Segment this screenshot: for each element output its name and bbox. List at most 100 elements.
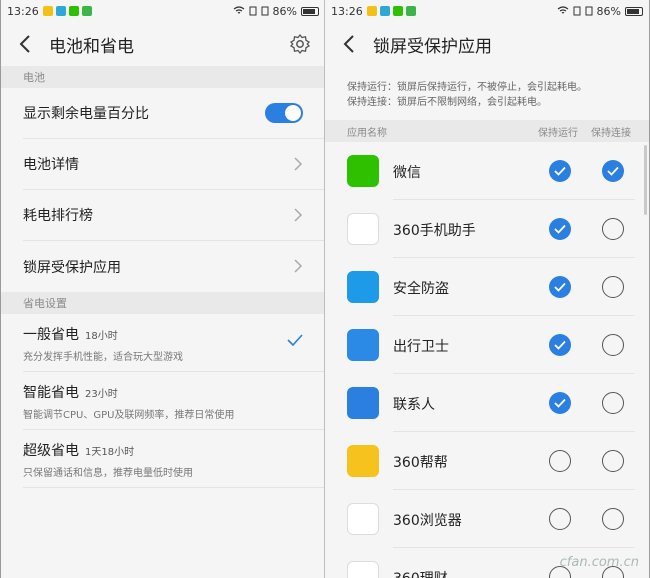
page-title: 电池和省电 (49, 36, 134, 57)
wechat-icon (347, 155, 379, 187)
mode-description: 充分发挥手机性能，适合玩大型游戏 (23, 352, 183, 363)
360-assistant-icon (347, 213, 379, 245)
sim-icon (261, 6, 269, 16)
back-button[interactable] (339, 34, 359, 54)
app-name: 360手机助手 (393, 223, 476, 239)
mode-title: 超级省电 (23, 443, 79, 459)
section-header-battery: 电池 (1, 66, 325, 88)
status-time: 13:26 (7, 4, 39, 18)
app-row: 联系人 (325, 374, 649, 432)
keep-running-checkbox[interactable] (549, 160, 571, 182)
checkmark-icon (554, 340, 566, 350)
mode-title: 一般省电 (23, 327, 79, 343)
notification-icon (42, 6, 53, 16)
checkmark-icon (554, 166, 566, 176)
keep-connected-checkbox[interactable] (602, 450, 624, 472)
watermark: cfan.com.cn (559, 555, 639, 570)
notification-icon (366, 6, 377, 16)
battery-details-label: 电池详情 (23, 157, 79, 173)
battery-icon (301, 6, 319, 16)
mode-smart-row[interactable]: 智能省电 23小时 智能调节CPU、GPU及联网频率，推荐日常使用 (23, 372, 325, 430)
app-name: 微信 (393, 165, 421, 181)
battery-percent: 86% (272, 4, 297, 18)
360-help-icon (347, 445, 379, 477)
app-row: 360手机助手 (325, 200, 649, 258)
travel-guard-icon (347, 329, 379, 361)
chevron-right-icon (294, 208, 303, 222)
app-name: 360帮帮 (393, 455, 448, 471)
keep-running-checkbox[interactable] (549, 276, 571, 298)
checkmark-icon (554, 398, 566, 408)
sim-icon (249, 6, 257, 16)
power-ranking-label: 耗电排行榜 (23, 208, 93, 224)
keep-running-checkbox[interactable] (549, 450, 571, 472)
status-bar: 13:26 86% (1, 0, 325, 22)
checkmark-icon (607, 166, 619, 176)
contacts-icon (347, 387, 379, 419)
app-name: 出行卫士 (393, 339, 449, 355)
battery-details-row[interactable]: 电池详情 (23, 139, 325, 190)
keep-running-checkbox[interactable] (549, 392, 571, 414)
mode-normal-row[interactable]: 一般省电 18小时 充分发挥手机性能，适合玩大型游戏 (23, 314, 325, 372)
sim-icon (585, 6, 593, 16)
keep-running-checkbox[interactable] (549, 508, 571, 530)
app-name: 360浏览器 (393, 513, 462, 529)
note-keep-running: 保持运行：锁屏后保持运行，不被停止，会引起耗电。 (347, 82, 587, 93)
col-keep-connected: 保持连接 (591, 127, 631, 139)
settings-button[interactable] (289, 33, 311, 55)
keep-connected-checkbox[interactable] (602, 392, 624, 414)
notification-icon (55, 6, 66, 16)
keep-connected-checkbox[interactable] (602, 160, 624, 182)
battery-percentage-toggle[interactable] (265, 103, 303, 123)
power-ranking-row[interactable]: 耗电排行榜 (23, 190, 325, 241)
battery-percent: 86% (596, 4, 621, 18)
notification-icon (68, 6, 79, 16)
app-row: 安全防盗 (325, 258, 649, 316)
app-name: 安全防盗 (393, 281, 449, 297)
gear-icon (289, 33, 311, 55)
page-title: 锁屏受保护应用 (373, 36, 492, 57)
col-keep-running: 保持运行 (538, 127, 578, 139)
notification-icon (379, 6, 390, 16)
checkmark-icon (554, 282, 566, 292)
note-keep-connected: 保持连接：锁屏后不限制网络，会引起耗电。 (347, 97, 547, 108)
col-app-name: 应用名称 (347, 127, 387, 139)
checkmark-icon (554, 224, 566, 234)
360-finance-icon (347, 561, 379, 578)
keep-connected-checkbox[interactable] (602, 276, 624, 298)
app-name: 联系人 (393, 397, 435, 413)
keep-connected-checkbox[interactable] (602, 218, 624, 240)
mode-time: 18小时 (85, 331, 118, 342)
app-row: 出行卫士 (325, 316, 649, 374)
toggle-knob (285, 105, 301, 121)
battery-icon (625, 6, 643, 16)
app-row: 微信 (325, 142, 649, 200)
app-bar: 电池和省电 (1, 22, 325, 66)
chevron-right-icon (294, 259, 303, 273)
keep-connected-checkbox[interactable] (602, 508, 624, 530)
scrollbar[interactable] (644, 145, 647, 215)
chevron-right-icon (294, 157, 303, 171)
keep-running-checkbox[interactable] (549, 218, 571, 240)
mode-time: 1天18小时 (85, 447, 135, 458)
battery-percentage-row[interactable]: 显示剩余电量百分比 (23, 88, 325, 139)
back-arrow-icon (19, 35, 30, 53)
notification-icon (405, 6, 416, 16)
protected-apps-screen: 13:26 86% 锁屏受保护应用 保持运行：锁屏后保持运行，不被停止，会引起耗… (325, 0, 649, 578)
mode-title: 智能省电 (23, 385, 79, 401)
wifi-icon (233, 6, 244, 14)
lockscreen-protected-apps-label: 锁屏受保护应用 (23, 259, 121, 276)
sim-icon (573, 6, 581, 16)
app-list: 微信 360手机助手安全防盗出行卫士联系人 360帮帮 360浏览器 360理财 (325, 142, 649, 578)
back-button[interactable] (15, 34, 35, 54)
mode-super-row[interactable]: 超级省电 1天18小时 只保留通话和信息，推荐电量低时使用 (23, 430, 325, 488)
battery-percentage-label: 显示剩余电量百分比 (23, 106, 149, 122)
app-bar: 锁屏受保护应用 (325, 22, 649, 66)
back-arrow-icon (343, 35, 354, 53)
keep-running-checkbox[interactable] (549, 334, 571, 356)
section-header-power-saving: 省电设置 (1, 292, 325, 314)
app-name: 360理财 (393, 568, 448, 578)
lockscreen-protected-apps-row[interactable]: 锁屏受保护应用 (23, 241, 325, 292)
keep-connected-checkbox[interactable] (602, 334, 624, 356)
wifi-icon (557, 6, 568, 14)
